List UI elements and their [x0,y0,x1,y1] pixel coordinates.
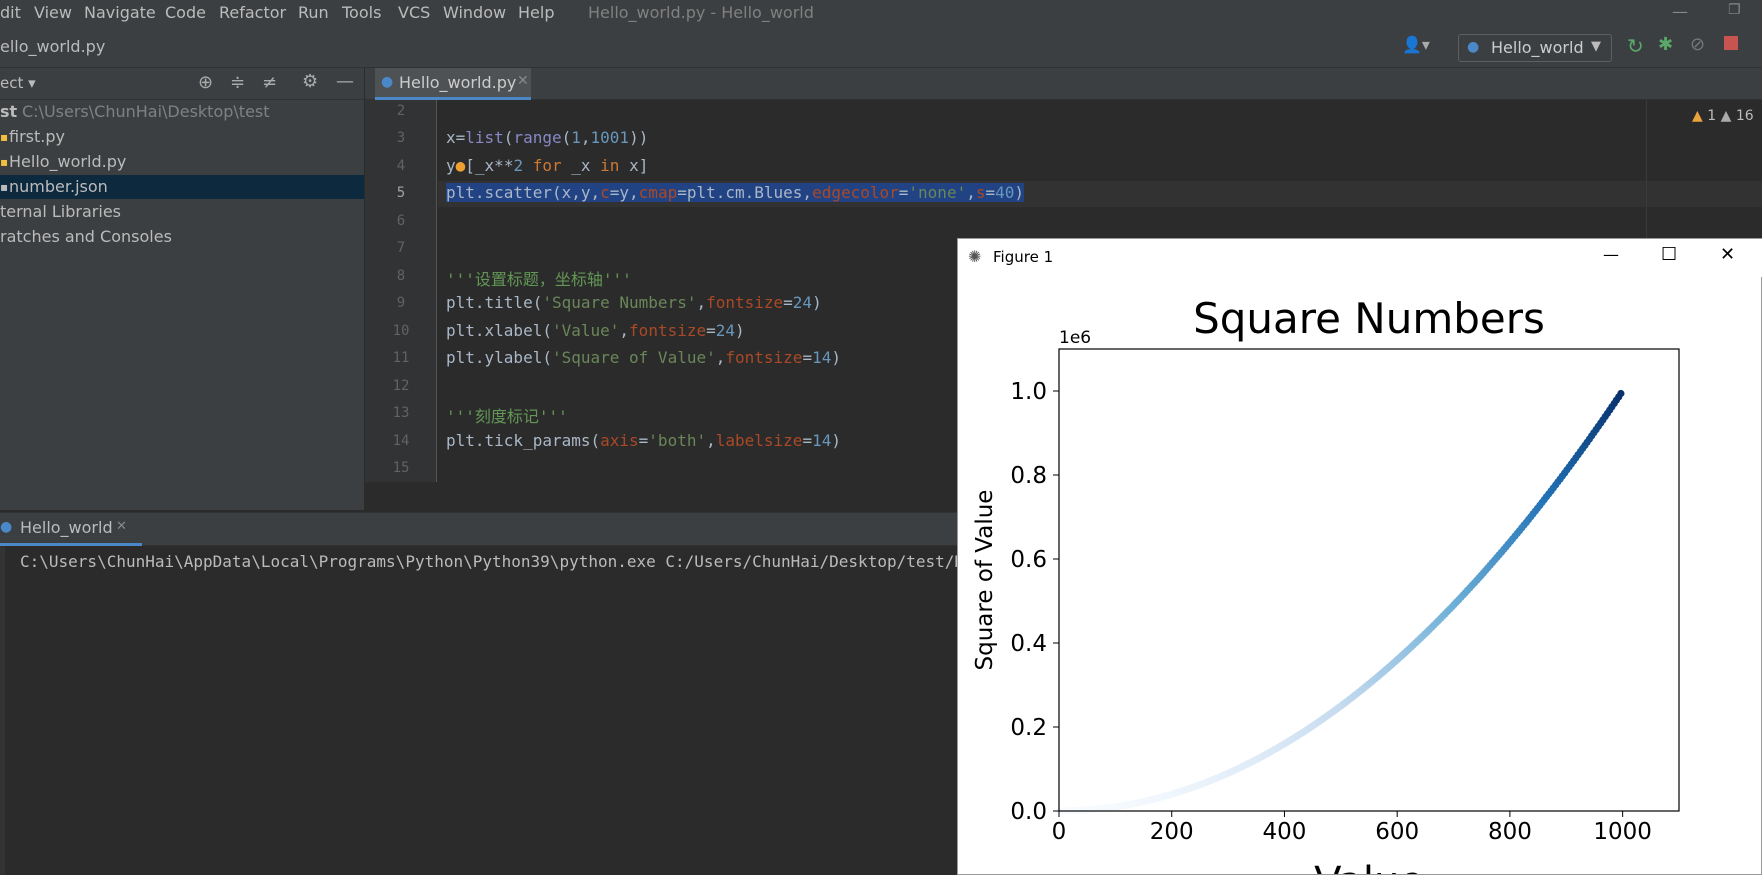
run-config-label: Hello_world [1491,38,1584,57]
menu-navigate[interactable]: Navigate [84,3,156,22]
tree-root[interactable]: st C:\Users\ChunHai\Desktop\test [0,100,364,124]
code-line-4: y●[_x**2 for _x in x] [446,156,649,175]
tree-scratches[interactable]: ratches and Consoles [0,225,364,249]
tree-file-hello-world[interactable]: ▪ Hello_world.py [0,150,364,174]
chevron-down-icon: ▼ [1591,39,1601,54]
scatter-chart: 0 200 400 600 800 1000 0.0 0.2 0.4 0.6 0.8 1.0 1e6 Sq… [972,294,1680,874]
y-tick-label: 0.8 [1010,463,1047,489]
menu-run[interactable]: Run [298,3,329,22]
restore-icon[interactable]: ❐ [1728,2,1741,18]
x-tick-label: 400 [1263,819,1307,845]
run-config-selector[interactable]: ● Hello_world ▼ [1458,34,1612,62]
menu-refactor[interactable]: Refactor [219,3,286,22]
expand-all-icon[interactable]: ≑ [230,72,245,93]
navigation-bar: ello_world.py 👤▾ ● Hello_world ▼ ↻ ✱ ⊘ [0,28,1762,68]
python-file-icon: ▪ [0,155,9,169]
x-tick-label: 800 [1488,819,1532,845]
close-icon[interactable]: ✕ [517,73,529,89]
minimize-icon[interactable]: — [1603,245,1619,264]
code-line-9: plt.title('Square Numbers',fontsize=24) [446,293,822,312]
figure-title: Figure 1 [993,248,1054,266]
code-line-8: '''设置标题，坐标轴''' [446,270,632,289]
hide-panel-icon[interactable]: — [336,71,354,92]
run-tab-hello-world[interactable]: ● Hello_world ✕ [0,513,142,546]
python-file-icon: ▪ [0,130,9,144]
x-tick-label: 1000 [1593,819,1652,845]
menu-code[interactable]: Code [165,3,206,22]
code-line-3: x=list(range(1,1001)) [446,128,649,147]
menu-view[interactable]: View [34,3,72,22]
x-axis-label: Value [1314,859,1424,874]
rerun-icon[interactable]: ↻ [1627,34,1644,58]
code-line-11: plt.ylabel('Square of Value',fontsize=14… [446,348,841,367]
menu-edit[interactable]: dit [0,3,21,22]
python-icon: ● [0,519,13,535]
axis-offset-label: 1e6 [1059,328,1091,348]
stop-icon[interactable] [1724,36,1738,50]
gear-icon[interactable]: ⚙ [302,71,318,92]
menu-bar: dit View Navigate Code Refactor Run Tool… [0,0,1762,28]
tree-file-first[interactable]: ▪ first.py [0,125,364,149]
root-path: C:\Users\ChunHai\Desktop\test [22,102,270,121]
window-title: Hello_world.py - Hello_world [588,3,814,22]
menu-help[interactable]: Help [518,3,554,22]
python-icon: ● [381,74,394,90]
code-line-10: plt.xlabel('Value',fontsize=24) [446,321,745,340]
matplotlib-icon: ✺ [968,247,982,266]
project-panel-title[interactable]: ect ▾ [0,74,36,92]
y-tick-label: 0.6 [1010,547,1047,573]
editor-tabs: ● Hello_world.py ✕ [365,68,1762,100]
menu-vcs[interactable]: VCS [398,3,430,22]
python-icon: ● [1467,39,1480,55]
warning-indicator[interactable]: ▲ 1 ▲ 16 [1692,108,1754,124]
menu-window[interactable]: Window [443,3,506,22]
line-number-gutter: 2 3 4 5 6 7 8 9 10 11 12 13 14 15 [365,100,437,482]
tree-external-libraries[interactable]: ternal Libraries [0,200,364,224]
x-tick-label: 0 [1052,819,1067,845]
data-point [1617,389,1625,398]
close-icon[interactable]: ✕ [1720,244,1735,265]
minimize-icon[interactable]: — [1672,2,1688,21]
chart-title: Square Numbers [1193,294,1545,343]
code-line-14: plt.tick_params(axis='both',labelsize=14… [446,431,841,450]
tab-hello-world[interactable]: ● Hello_world.py ✕ [375,68,531,100]
close-icon[interactable]: ✕ [116,519,127,534]
maximize-icon[interactable]: ☐ [1661,244,1677,265]
console-command: C:\Users\ChunHai\AppData\Local\Programs\… [20,552,1090,571]
coverage-icon[interactable]: ⊘ [1690,34,1705,55]
debug-icon[interactable]: ✱ [1658,34,1673,55]
y-tick-label: 0.4 [1010,631,1047,657]
axes-frame [1058,348,1680,812]
json-file-icon: ▪ [0,180,9,194]
collapse-all-icon[interactable]: ≠ [262,72,277,93]
menu-tools[interactable]: Tools [342,3,381,22]
x-tick-label: 200 [1150,819,1194,845]
breadcrumb-file[interactable]: ello_world.py [0,37,105,56]
y-tick-label: 0.0 [1010,799,1047,825]
y-tick-label: 0.2 [1010,715,1047,741]
locate-icon[interactable]: ⊕ [198,72,213,93]
code-line-5: plt.scatter(x,y,c=y,cmap=plt.cm.Blues,ed… [446,183,1025,202]
y-axis-label: Square of Value [972,490,998,671]
user-icon[interactable]: 👤▾ [1402,35,1430,54]
figure-window[interactable]: ✺ Figure 1 — ☐ ✕ 0 200 400 600 800 1000 0.0 0.2… [957,238,1762,875]
y-tick-label: 1.0 [1010,379,1047,405]
tree-file-number-json[interactable]: ▪ number.json [0,175,364,199]
x-tick-label: 600 [1375,819,1419,845]
figure-title-bar[interactable]: ✺ Figure 1 — ☐ ✕ [958,239,1762,277]
project-panel-header: ect ▾ ⊕ ≑ ≠ ⚙ — [0,68,364,100]
project-tree: st C:\Users\ChunHai\Desktop\test ▪ first… [0,100,364,510]
code-line-13: '''刻度标记''' [446,407,568,426]
